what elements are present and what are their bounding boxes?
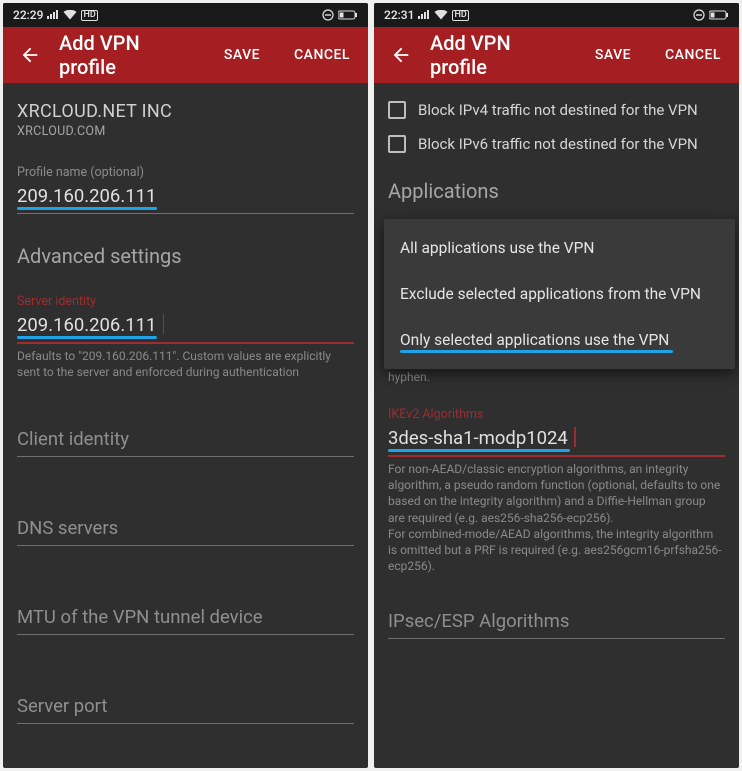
server-identity-label: Server identity xyxy=(17,294,354,309)
server-port-input[interactable]: Server port xyxy=(17,691,354,724)
ikev2-label: IKEv2 Algorithms xyxy=(388,407,725,422)
wifi-icon xyxy=(63,10,77,20)
wifi-icon xyxy=(434,10,448,20)
dns-servers-input[interactable]: DNS servers xyxy=(17,513,354,546)
checkbox-icon[interactable] xyxy=(388,135,406,153)
save-button[interactable]: SAVE xyxy=(216,47,268,63)
hd-icon: HD xyxy=(452,10,468,21)
status-bar: 22:29 HD xyxy=(3,3,368,27)
block-ipv6-row[interactable]: Block IPv6 traffic not destined for the … xyxy=(388,127,725,161)
back-icon[interactable] xyxy=(390,44,412,66)
advanced-settings-title: Advanced settings xyxy=(17,244,354,268)
profile-name-value: 209.160.206.111 xyxy=(17,185,156,207)
status-time: 22:29 xyxy=(13,8,43,22)
ikev2-helper-2: For combined-mode/AEAD algorithms, the i… xyxy=(388,526,725,575)
block-ipv4-row[interactable]: Block IPv4 traffic not destined for the … xyxy=(388,93,725,127)
appbar-title: Add VPN profile xyxy=(430,31,569,79)
cancel-button[interactable]: CANCEL xyxy=(286,47,358,63)
client-identity-input[interactable]: Client identity xyxy=(17,424,354,457)
screen-left: 22:29 HD Add VPN profile SAVE CANCEL XRC xyxy=(3,3,368,768)
status-bar: 22:31 HD xyxy=(374,3,739,27)
profile-name-label: Profile name (optional) xyxy=(17,165,354,180)
block-ipv4-label: Block IPv4 traffic not destined for the … xyxy=(418,101,698,119)
popup-option-only[interactable]: Only selected applications use the VPN xyxy=(384,317,735,363)
app-bar: Add VPN profile SAVE CANCEL xyxy=(3,27,368,83)
signal-icon xyxy=(47,10,59,20)
behind-hyphen: hyphen. xyxy=(388,369,430,385)
status-time: 22:31 xyxy=(384,8,414,22)
content-area: XRCLOUD.NET INC XRCLOUD.COM Profile name… xyxy=(3,83,368,724)
profile-name-input[interactable]: 209.160.206.111 xyxy=(17,181,354,214)
cancel-button[interactable]: CANCEL xyxy=(657,47,729,63)
server-identity-input[interactable]: 209.160.206.111 xyxy=(17,310,354,344)
battery-icon xyxy=(709,10,729,20)
ikev2-value: 3des-sha1-modp1024 xyxy=(388,427,568,449)
mtu-input[interactable]: MTU of the VPN tunnel device xyxy=(17,602,354,635)
save-button[interactable]: SAVE xyxy=(587,47,639,63)
ikev2-helper-1: For non-AEAD/classic encryption algorith… xyxy=(388,461,725,526)
content-area: Block IPv4 traffic not destined for the … xyxy=(374,83,739,639)
org-name: XRCLOUD.NET INC xyxy=(17,101,354,122)
applications-title: Applications xyxy=(388,179,725,203)
appbar-title: Add VPN profile xyxy=(59,31,198,79)
checkbox-icon[interactable] xyxy=(388,101,406,119)
hd-icon: HD xyxy=(81,10,97,21)
server-identity-value: 209.160.206.111 xyxy=(17,314,156,336)
app-bar: Add VPN profile SAVE CANCEL xyxy=(374,27,739,83)
screen-right: 22:31 HD Add VPN profile SAVE CANCEL xyxy=(374,3,739,768)
ikev2-input[interactable]: 3des-sha1-modp1024 xyxy=(388,423,725,457)
popup-option-exclude[interactable]: Exclude selected applications from the V… xyxy=(384,271,735,317)
ipsec-esp-input[interactable]: IPsec/ESP Algorithms xyxy=(388,606,725,639)
block-ipv6-label: Block IPv6 traffic not destined for the … xyxy=(418,135,698,153)
dnd-icon xyxy=(322,9,334,21)
signal-icon xyxy=(418,10,430,20)
popup-option-all[interactable]: All applications use the VPN xyxy=(384,225,735,271)
back-icon[interactable] xyxy=(19,44,41,66)
battery-icon xyxy=(338,10,358,20)
org-subtitle: XRCLOUD.COM xyxy=(17,124,354,139)
applications-popup: All applications use the VPN Exclude sel… xyxy=(384,219,735,369)
server-identity-helper: Defaults to "209.160.206.111". Custom va… xyxy=(17,348,354,380)
dnd-icon xyxy=(693,9,705,21)
